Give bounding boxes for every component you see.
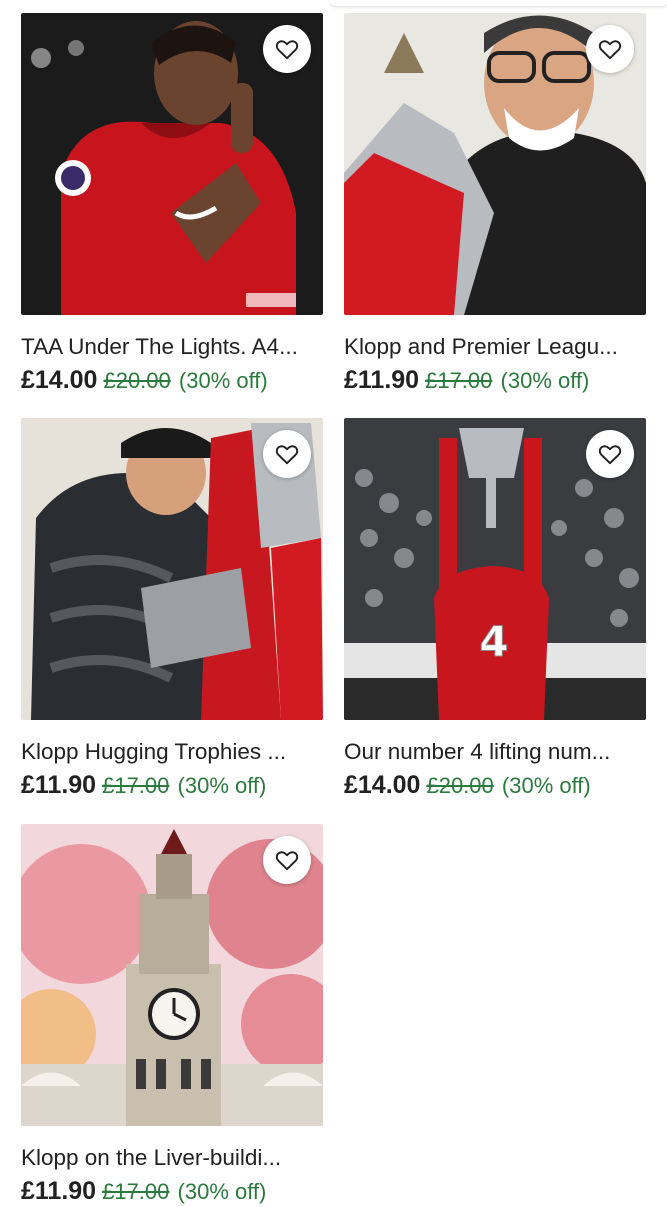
price-row: £14.00 £20.00 (30% off) <box>344 770 646 801</box>
original-price: £20.00 <box>103 368 171 393</box>
listing-image[interactable] <box>21 824 323 1126</box>
sale-price: £14.00 <box>21 366 98 394</box>
favorite-button[interactable] <box>263 25 311 73</box>
listing-image[interactable] <box>344 13 646 315</box>
heart-outline-icon <box>275 445 299 465</box>
price-row: £14.00 £20.00 (30% off) <box>21 365 323 396</box>
original-price: £20.00 <box>426 773 494 798</box>
listing-title[interactable]: Our number 4 lifting num... <box>344 738 646 766</box>
heart-outline-icon <box>275 40 299 60</box>
discount-label: (30% off) <box>178 368 268 393</box>
listing-image[interactable]: 4 <box>344 418 646 720</box>
heart-outline-icon <box>598 445 622 465</box>
listing-card[interactable]: 4 Our number 4 lifting num... £14.00 £20.… <box>344 418 646 801</box>
listing-grid: TAA Under The Lights. A4... £14.00 £20.00… <box>0 0 667 1205</box>
discount-label: (30% off) <box>501 773 591 798</box>
heart-outline-icon <box>275 851 299 871</box>
svg-text:4: 4 <box>479 617 508 666</box>
original-price: £17.00 <box>102 773 170 798</box>
discount-label: (30% off) <box>500 368 590 393</box>
favorite-button[interactable] <box>263 430 311 478</box>
sale-price: £11.90 <box>344 366 420 394</box>
discount-label: (30% off) <box>177 1179 267 1204</box>
price-row: £11.90 £17.00 (30% off) <box>21 1176 323 1207</box>
listing-card[interactable]: Klopp Hugging Trophies ... £11.90 £17.00 … <box>21 418 323 801</box>
listing-title[interactable]: Klopp and Premier Leagu... <box>344 333 646 361</box>
listing-title[interactable]: Klopp on the Liver-buildi... <box>21 1144 323 1172</box>
sale-price: £14.00 <box>344 771 421 799</box>
favorite-button[interactable] <box>586 25 634 73</box>
listing-image[interactable] <box>21 418 323 720</box>
price-row: £11.90 £17.00 (30% off) <box>344 365 646 396</box>
sale-price: £11.90 <box>21 771 97 799</box>
listing-title[interactable]: TAA Under The Lights. A4... <box>21 333 323 361</box>
sale-price: £11.90 <box>21 1177 97 1205</box>
listing-title[interactable]: Klopp Hugging Trophies ... <box>21 738 323 766</box>
original-price: £17.00 <box>425 368 493 393</box>
discount-label: (30% off) <box>177 773 267 798</box>
favorite-button[interactable] <box>263 836 311 884</box>
original-price: £17.00 <box>102 1179 170 1204</box>
listing-card[interactable]: Klopp on the Liver-buildi... £11.90 £17.0… <box>21 824 323 1207</box>
heart-outline-icon <box>598 40 622 60</box>
listing-card[interactable]: Klopp and Premier Leagu... £11.90 £17.00 … <box>344 13 646 396</box>
listing-image[interactable] <box>21 13 323 315</box>
listing-card[interactable]: TAA Under The Lights. A4... £14.00 £20.00… <box>21 13 323 396</box>
price-row: £11.90 £17.00 (30% off) <box>21 770 323 801</box>
favorite-button[interactable] <box>586 430 634 478</box>
